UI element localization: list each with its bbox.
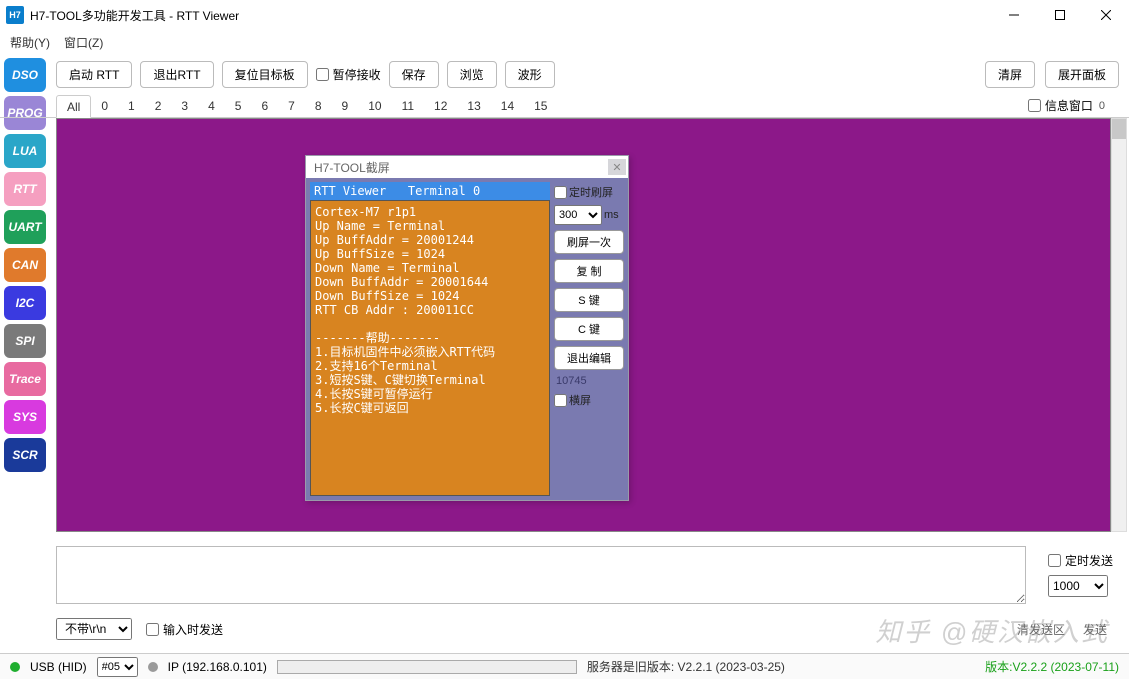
sidebar-dso[interactable]: DSO — [4, 58, 46, 92]
exit-edit-button[interactable]: 退出编辑 — [554, 346, 624, 370]
scrollbar-thumb[interactable] — [1112, 119, 1126, 139]
send-on-input-label: 输入时发送 — [163, 621, 223, 638]
screenshot-close-icon[interactable]: ✕ — [608, 159, 626, 175]
reset-target-button[interactable]: 复位目标板 — [222, 61, 308, 88]
expand-panel-button[interactable]: 展开面板 — [1045, 61, 1119, 88]
screenshot-window-title[interactable]: H7-TOOL截屏 ✕ — [306, 156, 628, 178]
sidebar-sys[interactable]: SYS — [4, 400, 46, 434]
server-version: 服务器是旧版本: V2.2.1 (2023-03-25) — [587, 658, 785, 675]
send-textarea[interactable] — [56, 546, 1026, 604]
tab-9[interactable]: 9 — [332, 95, 359, 116]
sidebar: DSOPROGLUARTTUARTCANI2CSPITraceSYSSCR — [4, 58, 50, 472]
tab-14[interactable]: 14 — [491, 95, 524, 116]
screenshot-window-title-text: H7-TOOL截屏 — [314, 159, 390, 176]
send-on-input-checkbox[interactable]: 输入时发送 — [146, 621, 223, 638]
terminal-body: Cortex-M7 r1p1 Up Name = Terminal Up Buf… — [310, 200, 550, 496]
screenshot-window[interactable]: H7-TOOL截屏 ✕ RTT Viewer Terminal 0 Cortex… — [305, 155, 629, 501]
timed-send-label: 定时发送 — [1065, 552, 1113, 569]
terminal-viewport: H7-TOOL截屏 ✕ RTT Viewer Terminal 0 Cortex… — [56, 118, 1111, 532]
refresh-interval-select[interactable]: 300 — [554, 205, 602, 225]
clear-button[interactable]: 清屏 — [985, 61, 1035, 88]
browse-button[interactable]: 浏览 — [447, 61, 497, 88]
tab-13[interactable]: 13 — [457, 95, 490, 116]
sidebar-scr[interactable]: SCR — [4, 438, 46, 472]
minimize-button[interactable] — [991, 0, 1037, 30]
tab-7[interactable]: 7 — [278, 95, 305, 116]
ip-label: IP (192.168.0.101) — [168, 660, 267, 674]
timed-refresh-label: 定时刷屏 — [569, 184, 613, 200]
tab-all[interactable]: All — [56, 95, 91, 118]
info-window-label: 信息窗口 — [1045, 97, 1093, 114]
statusbar: USB (HID) #05 IP (192.168.0.101) 服务器是旧版本… — [0, 653, 1129, 679]
sidebar-spi[interactable]: SPI — [4, 324, 46, 358]
titlebar: H7 H7-TOOL多功能开发工具 - RTT Viewer — [0, 0, 1129, 30]
toolbar: 启动 RTT 退出RTT 复位目标板 暂停接收 保存 浏览 波形 清屏 展开面板 — [0, 54, 1129, 94]
interval-unit: ms — [604, 209, 619, 221]
sidebar-trace[interactable]: Trace — [4, 362, 46, 396]
tab-11[interactable]: 11 — [392, 95, 424, 116]
pause-recv-checkbox[interactable]: 暂停接收 — [316, 66, 381, 83]
s-key-button[interactable]: S 键 — [554, 288, 624, 312]
tab-12[interactable]: 12 — [424, 95, 457, 116]
exit-rtt-button[interactable]: 退出RTT — [140, 61, 213, 88]
tab-15[interactable]: 15 — [524, 95, 557, 116]
tab-6[interactable]: 6 — [251, 95, 278, 116]
ip-status-icon — [148, 662, 158, 672]
sidebar-lua[interactable]: LUA — [4, 134, 46, 168]
timed-send-checkbox[interactable]: 定时发送 — [1048, 552, 1113, 569]
tab-10[interactable]: 10 — [358, 95, 391, 116]
menu-help[interactable]: 帮助(Y) — [10, 34, 50, 51]
terminal-header: RTT Viewer Terminal 0 — [310, 182, 550, 200]
menu-window[interactable]: 窗口(Z) — [64, 34, 103, 51]
terminal-tabs: All 0123456789101112131415 信息窗口 0 — [0, 94, 1129, 118]
sidebar-rtt[interactable]: RTT — [4, 172, 46, 206]
send-interval-select[interactable]: 1000 — [1048, 575, 1108, 597]
send-options-row: 不带\r\n 输入时发送 清发送区 发送 — [56, 616, 1117, 642]
clear-send-button[interactable]: 清发送区 — [1017, 621, 1065, 638]
tab-8[interactable]: 8 — [305, 95, 332, 116]
tab-5[interactable]: 5 — [225, 95, 252, 116]
close-button[interactable] — [1083, 0, 1129, 30]
app-icon: H7 — [6, 6, 24, 24]
window-title: H7-TOOL多功能开发工具 - RTT Viewer — [30, 7, 991, 24]
usb-label: USB (HID) — [30, 660, 87, 674]
info-window-checkbox[interactable]: 信息窗口 — [1028, 97, 1093, 114]
tab-3[interactable]: 3 — [171, 95, 198, 116]
start-rtt-button[interactable]: 启动 RTT — [56, 61, 132, 88]
tab-0[interactable]: 0 — [91, 95, 118, 116]
wave-button[interactable]: 波形 — [505, 61, 555, 88]
line-ending-select[interactable]: 不带\r\n — [56, 618, 132, 640]
tab-1[interactable]: 1 — [118, 95, 145, 116]
sidebar-can[interactable]: CAN — [4, 248, 46, 282]
landscape-checkbox[interactable]: 横屏 — [554, 392, 624, 408]
usb-status-icon — [10, 662, 20, 672]
menubar: 帮助(Y) 窗口(Z) — [0, 30, 1129, 54]
inner-count: 10745 — [554, 375, 624, 387]
c-key-button[interactable]: C 键 — [554, 317, 624, 341]
save-button[interactable]: 保存 — [389, 61, 439, 88]
progress-bar — [277, 660, 577, 674]
timed-refresh-checkbox[interactable]: 定时刷屏 — [554, 184, 624, 200]
pause-recv-label: 暂停接收 — [333, 66, 381, 83]
refresh-once-button[interactable]: 刷屏一次 — [554, 230, 624, 254]
sidebar-uart[interactable]: UART — [4, 210, 46, 244]
channel-select[interactable]: #05 — [97, 657, 138, 677]
landscape-label: 横屏 — [569, 392, 591, 408]
tab-4[interactable]: 4 — [198, 95, 225, 116]
info-count: 0 — [1099, 100, 1105, 112]
maximize-button[interactable] — [1037, 0, 1083, 30]
send-button[interactable]: 发送 — [1083, 621, 1107, 638]
tab-2[interactable]: 2 — [145, 95, 172, 116]
sidebar-i2c[interactable]: I2C — [4, 286, 46, 320]
vertical-scrollbar[interactable] — [1111, 118, 1127, 532]
copy-button[interactable]: 复 制 — [554, 259, 624, 283]
app-version: 版本:V2.2.2 (2023-07-11) — [985, 658, 1119, 675]
